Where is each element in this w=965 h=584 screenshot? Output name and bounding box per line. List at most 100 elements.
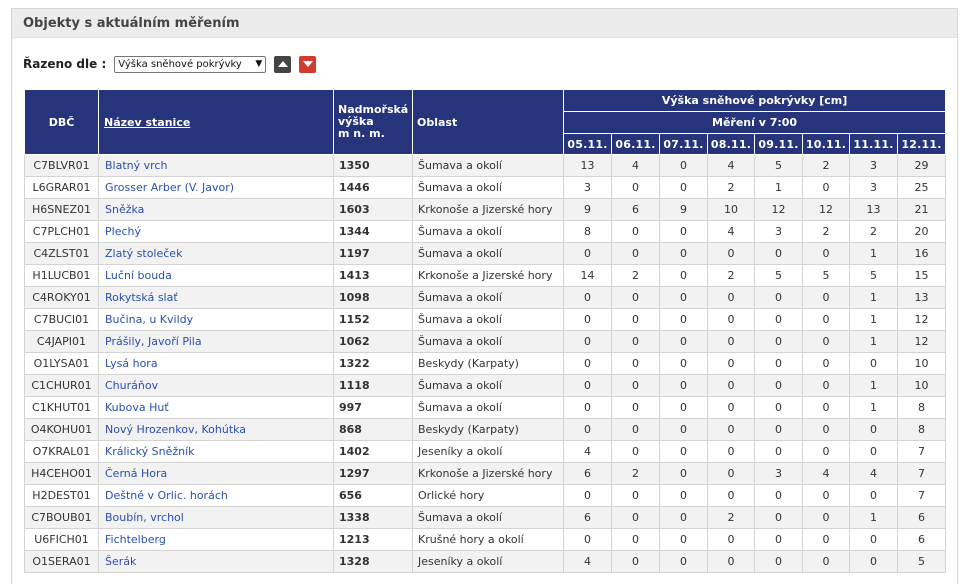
station-code: C4ZLST01 xyxy=(24,242,99,265)
snow-depth-value: 0 xyxy=(659,418,708,441)
snow-depth-value: 1 xyxy=(849,308,898,331)
station-code: L6GRAR01 xyxy=(24,176,99,199)
snow-depth-value: 3 xyxy=(849,154,898,177)
table-row: H1LUCB01 Luční bouda 1413 Krkonoše a Jizers… xyxy=(24,264,947,287)
station-area: Šumava a okolí xyxy=(412,374,564,397)
station-name-link[interactable]: Grosser Arber (V. Javor) xyxy=(98,176,334,199)
header-code[interactable]: DBČ xyxy=(24,89,99,155)
snow-depth-value: 0 xyxy=(802,308,850,331)
snow-depth-value: 0 xyxy=(802,286,850,309)
snow-depth-value: 0 xyxy=(849,440,898,463)
station-name-link[interactable]: Bučina, u Kvildy xyxy=(98,308,334,331)
station-name-link[interactable]: Prášily, Javoří Pila xyxy=(98,330,334,353)
station-name-link[interactable]: Zlatý stoleček xyxy=(98,242,334,265)
sort-ascending-button[interactable] xyxy=(274,55,292,73)
header-station-name[interactable]: Název stanice xyxy=(98,89,334,155)
table-row: O4KOHU01 Nový Hrozenkov, Kohútka 868 Beskyd… xyxy=(24,418,947,441)
snow-depth-value: 0 xyxy=(707,528,755,551)
snow-depth-value: 14 xyxy=(563,264,612,287)
snow-depth-value: 0 xyxy=(563,286,612,309)
station-name-link[interactable]: Boubín, vrchol xyxy=(98,506,334,529)
station-name-link[interactable]: Blatný vrch xyxy=(98,154,334,177)
station-area: Krkonoše a Jizerské hory xyxy=(412,264,564,287)
header-date[interactable]: 05.11. xyxy=(563,133,612,155)
station-area: Krušné hory a okolí xyxy=(412,528,564,551)
station-altitude: 1344 xyxy=(333,220,413,243)
snow-depth-value: 0 xyxy=(707,352,755,375)
snow-depth-value: 0 xyxy=(563,374,612,397)
header-date[interactable]: 06.11. xyxy=(611,133,660,155)
snow-depth-value: 7 xyxy=(896,440,947,463)
snow-depth-value: 2 xyxy=(611,462,660,485)
snow-depth-value: 0 xyxy=(754,374,803,397)
header-altitude-line3: m n. m. xyxy=(338,127,385,140)
sort-select-value: Výška sněhové pokrývky xyxy=(118,58,242,70)
station-name-link[interactable]: Sněžka xyxy=(98,198,334,221)
snow-depth-value: 2 xyxy=(802,220,850,243)
station-name-link[interactable]: Rokytská slať xyxy=(98,286,334,309)
table-row: C4ZLST01 Zlatý stoleček 1197 Šumava a okolí… xyxy=(24,242,947,265)
snow-depth-value: 0 xyxy=(802,352,850,375)
snow-depth-value: 0 xyxy=(754,484,803,507)
header-date[interactable]: 10.11. xyxy=(802,133,850,155)
snow-depth-value: 0 xyxy=(754,352,803,375)
snow-depth-value: 0 xyxy=(802,484,850,507)
snow-depth-value: 0 xyxy=(659,506,708,529)
snow-depth-value: 7 xyxy=(896,484,947,507)
station-area: Jeseníky a okolí xyxy=(412,550,564,573)
snow-depth-value: 0 xyxy=(611,374,660,397)
snow-depth-value: 0 xyxy=(707,484,755,507)
header-date[interactable]: 08.11. xyxy=(707,133,755,155)
sort-select[interactable]: Výška sněhové pokrývky ▼ xyxy=(114,55,267,73)
header-date[interactable]: 07.11. xyxy=(659,133,708,155)
station-altitude: 1338 xyxy=(333,506,413,529)
table-row: C1CHUR01 Churáňov 1118 Šumava a okolí 0 0 0 0 0 0… xyxy=(24,374,947,397)
station-code: C7BLVR01 xyxy=(24,154,99,177)
station-name-link[interactable]: Deštné v Orlic. horách xyxy=(98,484,334,507)
snow-depth-value: 0 xyxy=(659,484,708,507)
stations-table: DBČ Název stanice Nadmořská výška m n. m… xyxy=(24,89,947,573)
station-name-link[interactable]: Kubova Huť xyxy=(98,396,334,419)
header-date[interactable]: 11.11. xyxy=(849,133,898,155)
snow-depth-value: 16 xyxy=(896,242,947,265)
station-name-link[interactable]: Šerák xyxy=(98,550,334,573)
snow-depth-value: 0 xyxy=(611,484,660,507)
station-altitude: 656 xyxy=(333,484,413,507)
station-area: Šumava a okolí xyxy=(412,242,564,265)
header-date[interactable]: 12.11. xyxy=(896,133,947,155)
snow-depth-value: 0 xyxy=(611,506,660,529)
snow-depth-value: 5 xyxy=(896,550,947,573)
snow-depth-value: 0 xyxy=(563,330,612,353)
station-code: O1SERA01 xyxy=(24,550,99,573)
station-altitude: 1197 xyxy=(333,242,413,265)
snow-depth-value: 0 xyxy=(707,242,755,265)
station-name-link[interactable]: Fichtelberg xyxy=(98,528,334,551)
station-name-link[interactable]: Králický Sněžník xyxy=(98,440,334,463)
station-name-link[interactable]: Churáňov xyxy=(98,374,334,397)
station-code: C7BOUB01 xyxy=(24,506,99,529)
snow-depth-value: 0 xyxy=(659,440,708,463)
snow-depth-value: 0 xyxy=(611,176,660,199)
header-date[interactable]: 09.11. xyxy=(754,133,803,155)
station-name-link[interactable]: Plechý xyxy=(98,220,334,243)
snow-depth-value: 0 xyxy=(659,374,708,397)
snow-depth-value: 3 xyxy=(754,220,803,243)
station-name-link[interactable]: Lysá hora xyxy=(98,352,334,375)
header-snow-depth: Výška sněhové pokrývky [cm] xyxy=(562,89,947,112)
table-row: C4ROKY01 Rokytská slať 1098 Šumava a okolí 0… xyxy=(24,286,947,309)
snow-depth-value: 8 xyxy=(896,396,947,419)
snow-depth-value: 12 xyxy=(754,198,803,221)
table-row: H2DEST01 Deštné v Orlic. horách 656 Orlické… xyxy=(24,484,947,507)
snow-depth-value: 0 xyxy=(849,418,898,441)
station-name-link[interactable]: Luční bouda xyxy=(98,264,334,287)
table-row: O1SERA01 Šerák 1328 Jeseníky a okolí 4 0 0 0 0 0 0… xyxy=(24,550,947,573)
table-row: C1KHUT01 Kubova Huť 997 Šumava a okolí 0 0 0 0 0… xyxy=(24,396,947,419)
station-name-link[interactable]: Černá Hora xyxy=(98,462,334,485)
snow-depth-value: 0 xyxy=(754,330,803,353)
snow-depth-value: 4 xyxy=(849,462,898,485)
sort-descending-button[interactable] xyxy=(299,55,317,73)
station-name-link[interactable]: Nový Hrozenkov, Kohútka xyxy=(98,418,334,441)
snow-depth-value: 25 xyxy=(896,176,947,199)
snow-depth-value: 0 xyxy=(754,418,803,441)
snow-depth-value: 0 xyxy=(611,220,660,243)
